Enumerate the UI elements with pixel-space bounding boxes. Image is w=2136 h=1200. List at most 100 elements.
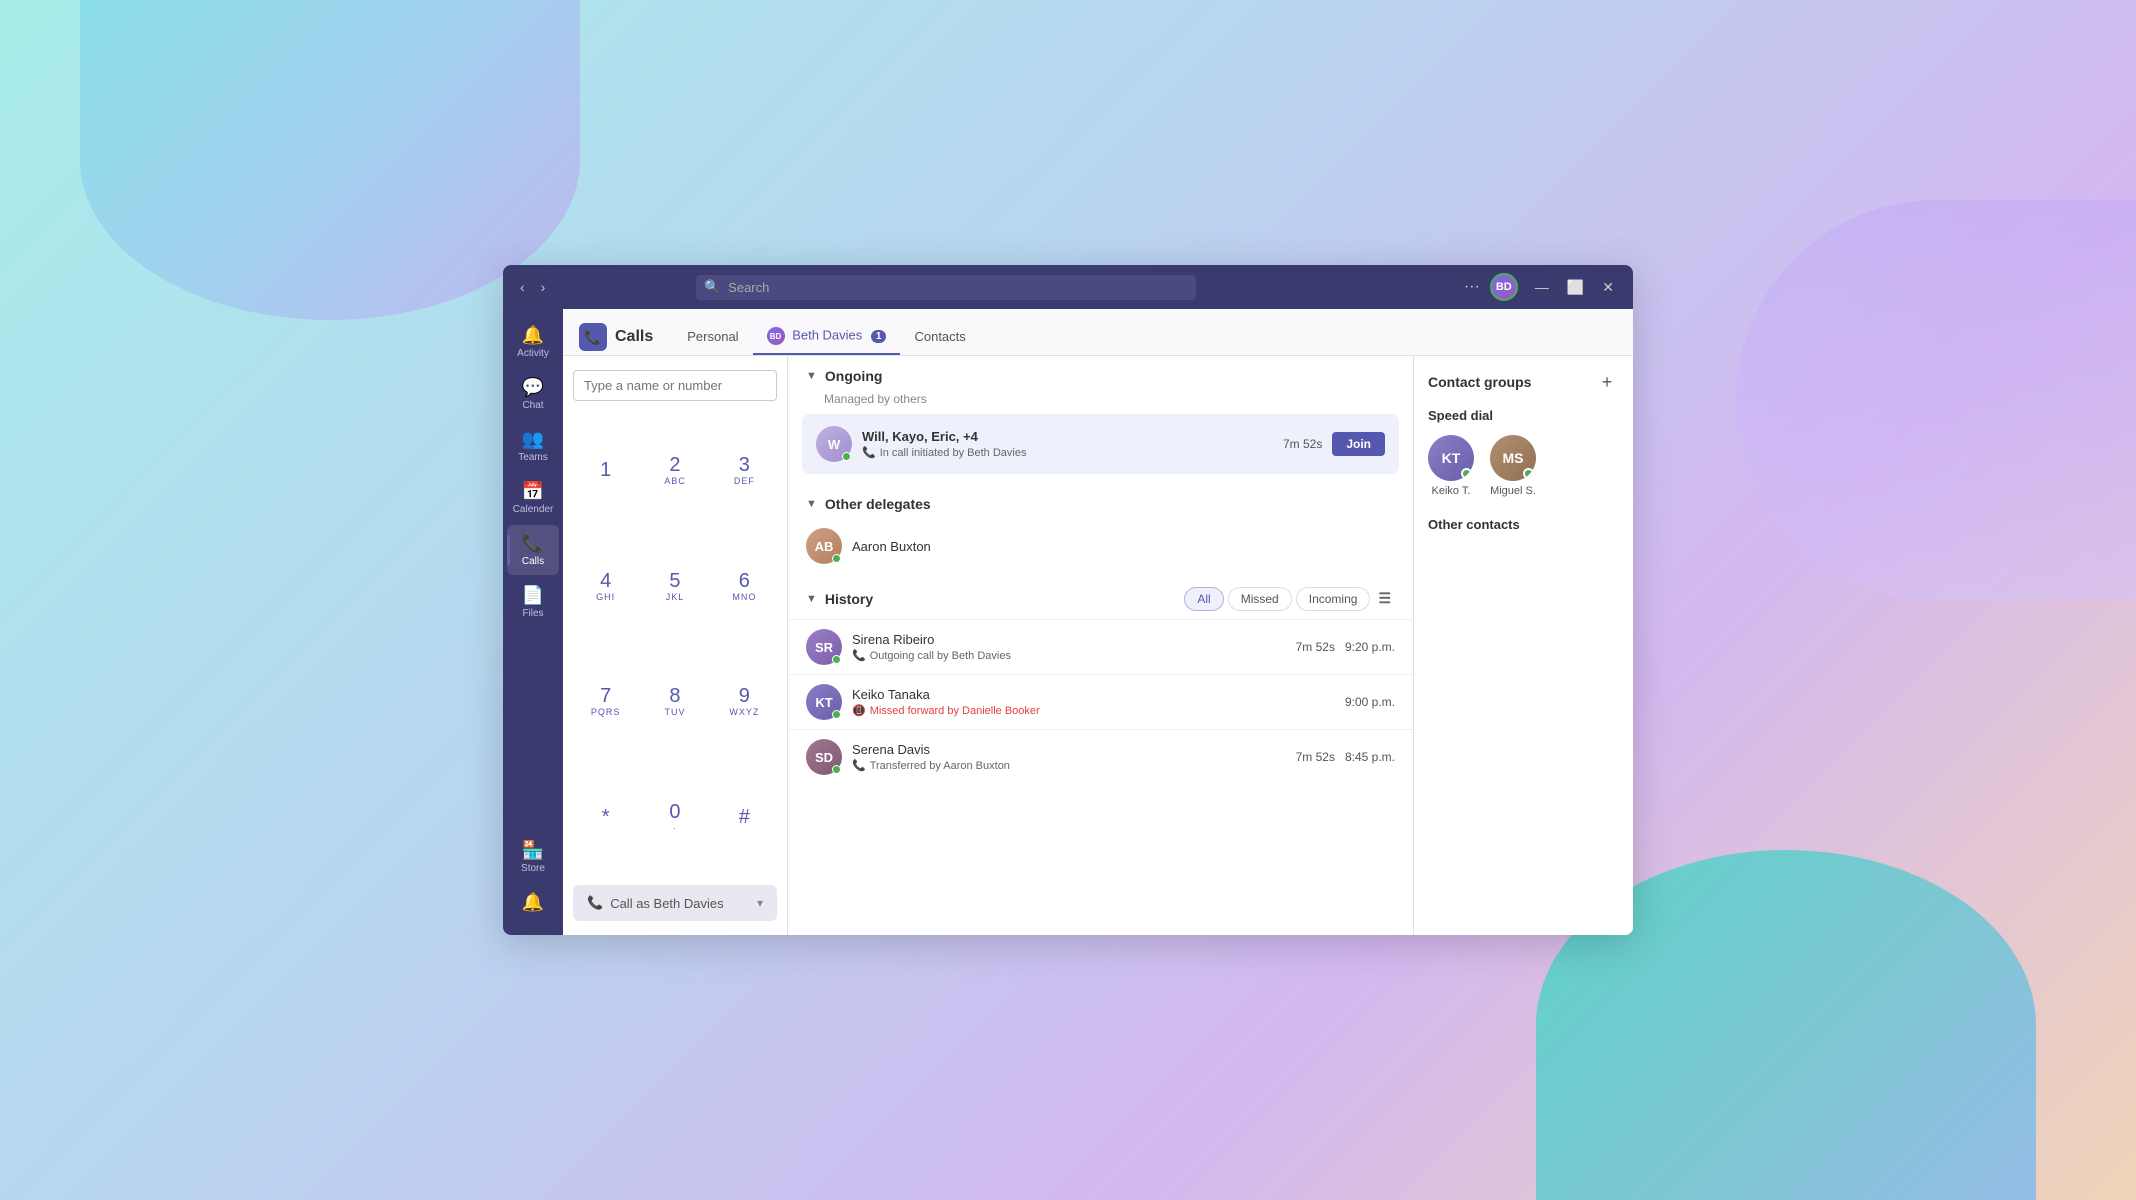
ongoing-call-meta: 7m 52s Join [1283,432,1385,456]
dial-key-0[interactable]: 0 · [642,762,707,874]
keiko-sub: 📵 Missed forward by Danielle Booker [852,704,1335,717]
serena-call-icon: 📞 [852,759,866,772]
sidebar-label-activity: Activity [517,348,549,359]
call-button-label: Call as Beth Davies [610,896,723,911]
keiko-meta: 9:00 p.m. [1345,695,1395,709]
sidebar-item-teams[interactable]: 👥 Teams [507,421,559,471]
dial-key-2[interactable]: 2 ABC [642,415,707,527]
managed-by-others-label: Managed by others [788,390,1413,414]
miguel-sd-avatar: MS [1490,435,1536,481]
filter-options-icon[interactable]: ☰ [1374,586,1395,611]
dial-num-0: 0 [669,802,680,822]
dial-input[interactable] [573,370,777,401]
panel-header: Contact groups + [1428,370,1619,394]
more-options-icon[interactable]: ··· [1464,278,1480,296]
app-window: ‹ › 🔍 ··· BD — ⬜ ✕ 🔔 Activity 💬 [503,265,1633,935]
dial-key-hash[interactable]: # [712,762,777,874]
dial-key-8[interactable]: 8 TUV [642,646,707,758]
notifications-icon: 🔔 [522,892,544,913]
close-button[interactable]: ✕ [1595,277,1621,298]
nav-forward-button[interactable]: › [536,277,551,297]
teams-icon: 👥 [522,429,544,450]
search-icon: 🔍 [704,279,720,295]
dial-letters-7: PQRS [591,707,621,717]
keiko-sd-name: Keiko T. [1432,485,1471,497]
ongoing-call-sub: 📞 In call initiated by Beth Davies [862,446,1273,459]
ongoing-phone-icon: 📞 [862,446,876,459]
content-area: 📞 Calls Personal BD Beth Davies 1 Contac… [563,309,1633,935]
sidebar-item-chat[interactable]: 💬 Chat [507,369,559,419]
dial-letters-3: DEF [734,476,755,486]
sidebar-item-notifications[interactable]: 🔔 [507,884,559,923]
sirena-sub-text: Outgoing call by Beth Davies [870,650,1011,662]
nav-buttons: ‹ › [515,277,550,297]
calls-body: 1 2 ABC 3 DEF 4 GHI [563,356,1633,935]
filter-all-button[interactable]: All [1184,587,1223,611]
calls-title: Calls [615,328,653,346]
sidebar-item-activity[interactable]: 🔔 Activity [507,317,559,367]
history-row-serena: SD Serena Davis 📞 Transferred by Aaron B… [788,729,1413,784]
filter-incoming-button[interactable]: Incoming [1296,587,1371,611]
window-controls: — ⬜ ✕ [1528,277,1621,298]
delegate-row-aaron: AB Aaron Buxton [788,518,1413,574]
other-contacts-title: Other contacts [1428,517,1619,532]
keiko-sd-status [1461,468,1472,479]
tab-personal[interactable]: Personal [673,321,752,354]
dial-letters-5: JKL [666,592,685,602]
dial-num-star: * [602,807,610,827]
history-section-header: ▼ History All Missed Incoming ☰ [788,574,1413,619]
sidebar-label-files: Files [522,608,543,619]
beth-avatar-icon: BD [767,327,785,345]
dial-num-8: 8 [669,686,680,706]
search-input[interactable] [696,275,1196,300]
calls-icon: 📞 [522,533,544,554]
join-call-button[interactable]: Join [1332,432,1385,456]
maximize-button[interactable]: ⬜ [1560,277,1591,298]
keiko-time: 9:00 p.m. [1345,695,1395,709]
speed-dial-grid: KT Keiko T. MS Miguel S. [1428,435,1619,497]
tab-beth-davies[interactable]: BD Beth Davies 1 [753,319,901,355]
sidebar-item-store[interactable]: 🏪 Store [507,832,559,882]
ongoing-call-duration: 7m 52s [1283,437,1322,451]
dial-pad: 1 2 ABC 3 DEF 4 GHI [563,356,788,935]
dial-key-star[interactable]: * [573,762,638,874]
speed-dial-keiko[interactable]: KT Keiko T. [1428,435,1474,497]
dial-num-1: 1 [600,460,611,480]
minimize-button[interactable]: — [1528,277,1556,298]
calls-icon-wrap: 📞 [579,323,607,351]
keiko-sub-text: Missed forward by Danielle Booker [870,705,1040,717]
user-avatar[interactable]: BD [1490,273,1518,301]
dial-key-6[interactable]: 6 MNO [712,531,777,643]
sidebar-item-files[interactable]: 📄 Files [507,577,559,627]
dial-key-5[interactable]: 5 JKL [642,531,707,643]
dial-grid: 1 2 ABC 3 DEF 4 GHI [573,415,777,873]
keiko-avatar-wrap: KT [806,684,842,720]
speed-dial-miguel[interactable]: MS Miguel S. [1490,435,1536,497]
dial-num-2: 2 [669,455,680,475]
dial-key-4[interactable]: 4 GHI [573,531,638,643]
serena-history-info: Serena Davis 📞 Transferred by Aaron Buxt… [852,742,1286,772]
calls-main: ▼ Ongoing Managed by others W Will, Kayo… [788,356,1413,935]
dial-key-3[interactable]: 3 DEF [712,415,777,527]
tab-beth-label: Beth Davies [792,327,862,342]
chat-icon: 💬 [522,377,544,398]
dial-key-7[interactable]: 7 PQRS [573,646,638,758]
sirena-duration: 7m 52s [1296,640,1335,654]
dial-key-9[interactable]: 9 WXYZ [712,646,777,758]
dial-key-1[interactable]: 1 [573,415,638,527]
sidebar-item-calendar[interactable]: 📅 Calender [507,473,559,523]
tab-contacts[interactable]: Contacts [900,321,979,354]
sidebar-item-calls[interactable]: 📞 Calls [507,525,559,575]
ongoing-section-header[interactable]: ▼ Ongoing [788,356,1413,390]
sirena-history-info: Sirena Ribeiro 📞 Outgoing call by Beth D… [852,632,1286,662]
miguel-sd-status [1523,468,1534,479]
add-contact-group-button[interactable]: + [1595,370,1619,394]
search-bar: 🔍 [696,275,1196,300]
other-delegates-header[interactable]: ▼ Other delegates [788,484,1413,518]
dial-num-5: 5 [669,571,680,591]
history-chevron-icon: ▼ [806,593,817,605]
filter-missed-button[interactable]: Missed [1228,587,1292,611]
other-delegates-title: Other delegates [825,496,931,512]
call-as-beth-button[interactable]: 📞 Call as Beth Davies ▾ [573,885,777,921]
nav-back-button[interactable]: ‹ [515,277,530,297]
